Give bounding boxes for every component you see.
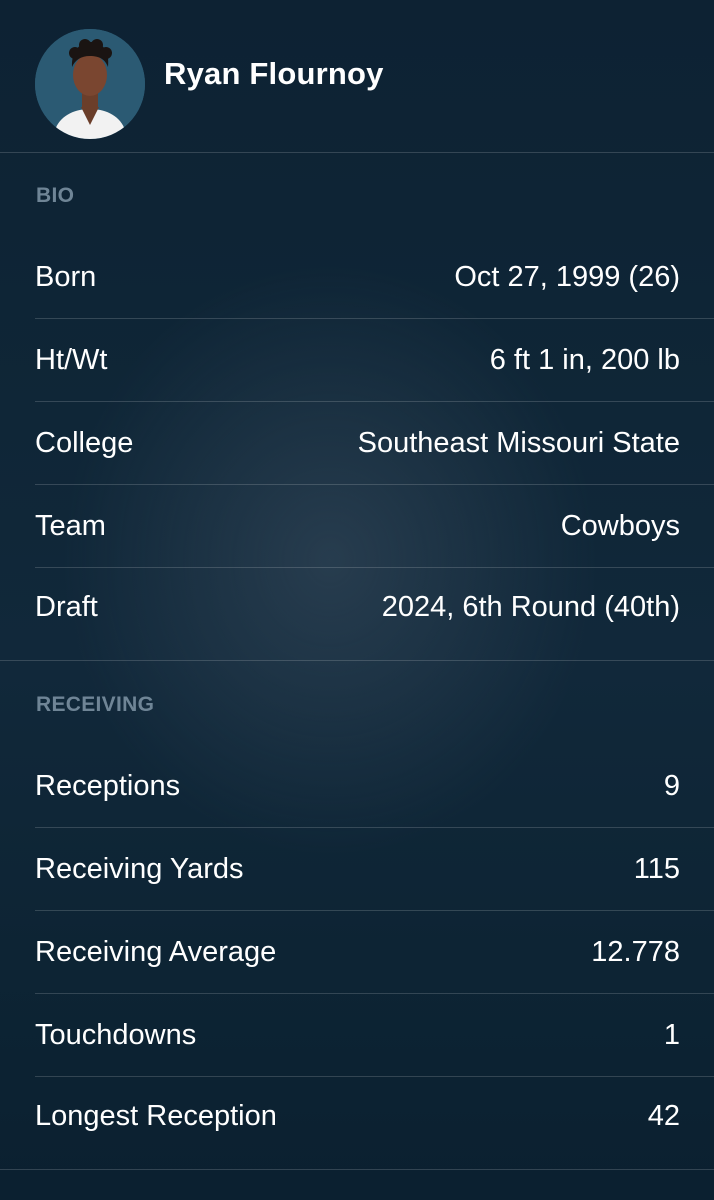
bio-ht-wt-value: 6 ft 1 in, 200 lb — [489, 344, 680, 376]
player-name: Ryan Flournoy — [164, 56, 384, 91]
bio-born-label: Born — [35, 261, 97, 293]
bio-team-value: Cowboys — [560, 510, 680, 542]
receiving-row-longest: Longest Reception 42 — [35, 1075, 680, 1158]
longest-reception-label: Longest Reception — [35, 1100, 277, 1132]
bio-draft-label: Draft — [35, 591, 98, 623]
receiving-row-yards: Receiving Yards 115 — [35, 828, 714, 911]
receiving-average-label: Receiving Average — [35, 936, 277, 968]
receptions-value: 9 — [663, 770, 680, 802]
player-avatar[interactable] — [35, 29, 145, 139]
bio-born-value: Oct 27, 1999 (26) — [454, 261, 680, 293]
receiving-row-touchdowns: Touchdowns 1 — [35, 994, 714, 1077]
bio-row-college: College Southeast Missouri State — [35, 402, 714, 485]
receiving-average-value: 12.778 — [591, 936, 680, 968]
bio-row-ht-wt: Ht/Wt 6 ft 1 in, 200 lb — [35, 319, 714, 402]
bio-row-team: Team Cowboys — [35, 485, 714, 568]
receptions-label: Receptions — [35, 770, 181, 802]
bio-college-label: College — [35, 427, 134, 459]
bottom-divider — [0, 1169, 714, 1170]
receiving-yards-label: Receiving Yards — [35, 853, 244, 885]
section-divider — [0, 660, 714, 661]
receiving-row-average: Receiving Average 12.778 — [35, 911, 714, 994]
touchdowns-label: Touchdowns — [35, 1019, 197, 1051]
bio-college-value: Southeast Missouri State — [357, 427, 680, 459]
longest-reception-value: 42 — [647, 1100, 680, 1132]
receiving-row-receptions: Receptions 9 — [35, 745, 714, 828]
player-header: Ryan Flournoy — [0, 0, 714, 153]
receiving-yards-value: 115 — [633, 853, 680, 885]
bio-ht-wt-label: Ht/Wt — [35, 344, 108, 376]
player-headshot-image — [35, 29, 145, 139]
bio-row-born: Born Oct 27, 1999 (26) — [35, 236, 714, 319]
bio-draft-value: 2024, 6th Round (40th) — [381, 591, 680, 623]
touchdowns-value: 1 — [663, 1019, 680, 1051]
bio-team-label: Team — [35, 510, 106, 542]
bio-section-label: BIO — [36, 184, 75, 207]
bio-row-draft: Draft 2024, 6th Round (40th) — [35, 566, 680, 649]
receiving-section-label: RECEIVING — [36, 693, 155, 716]
